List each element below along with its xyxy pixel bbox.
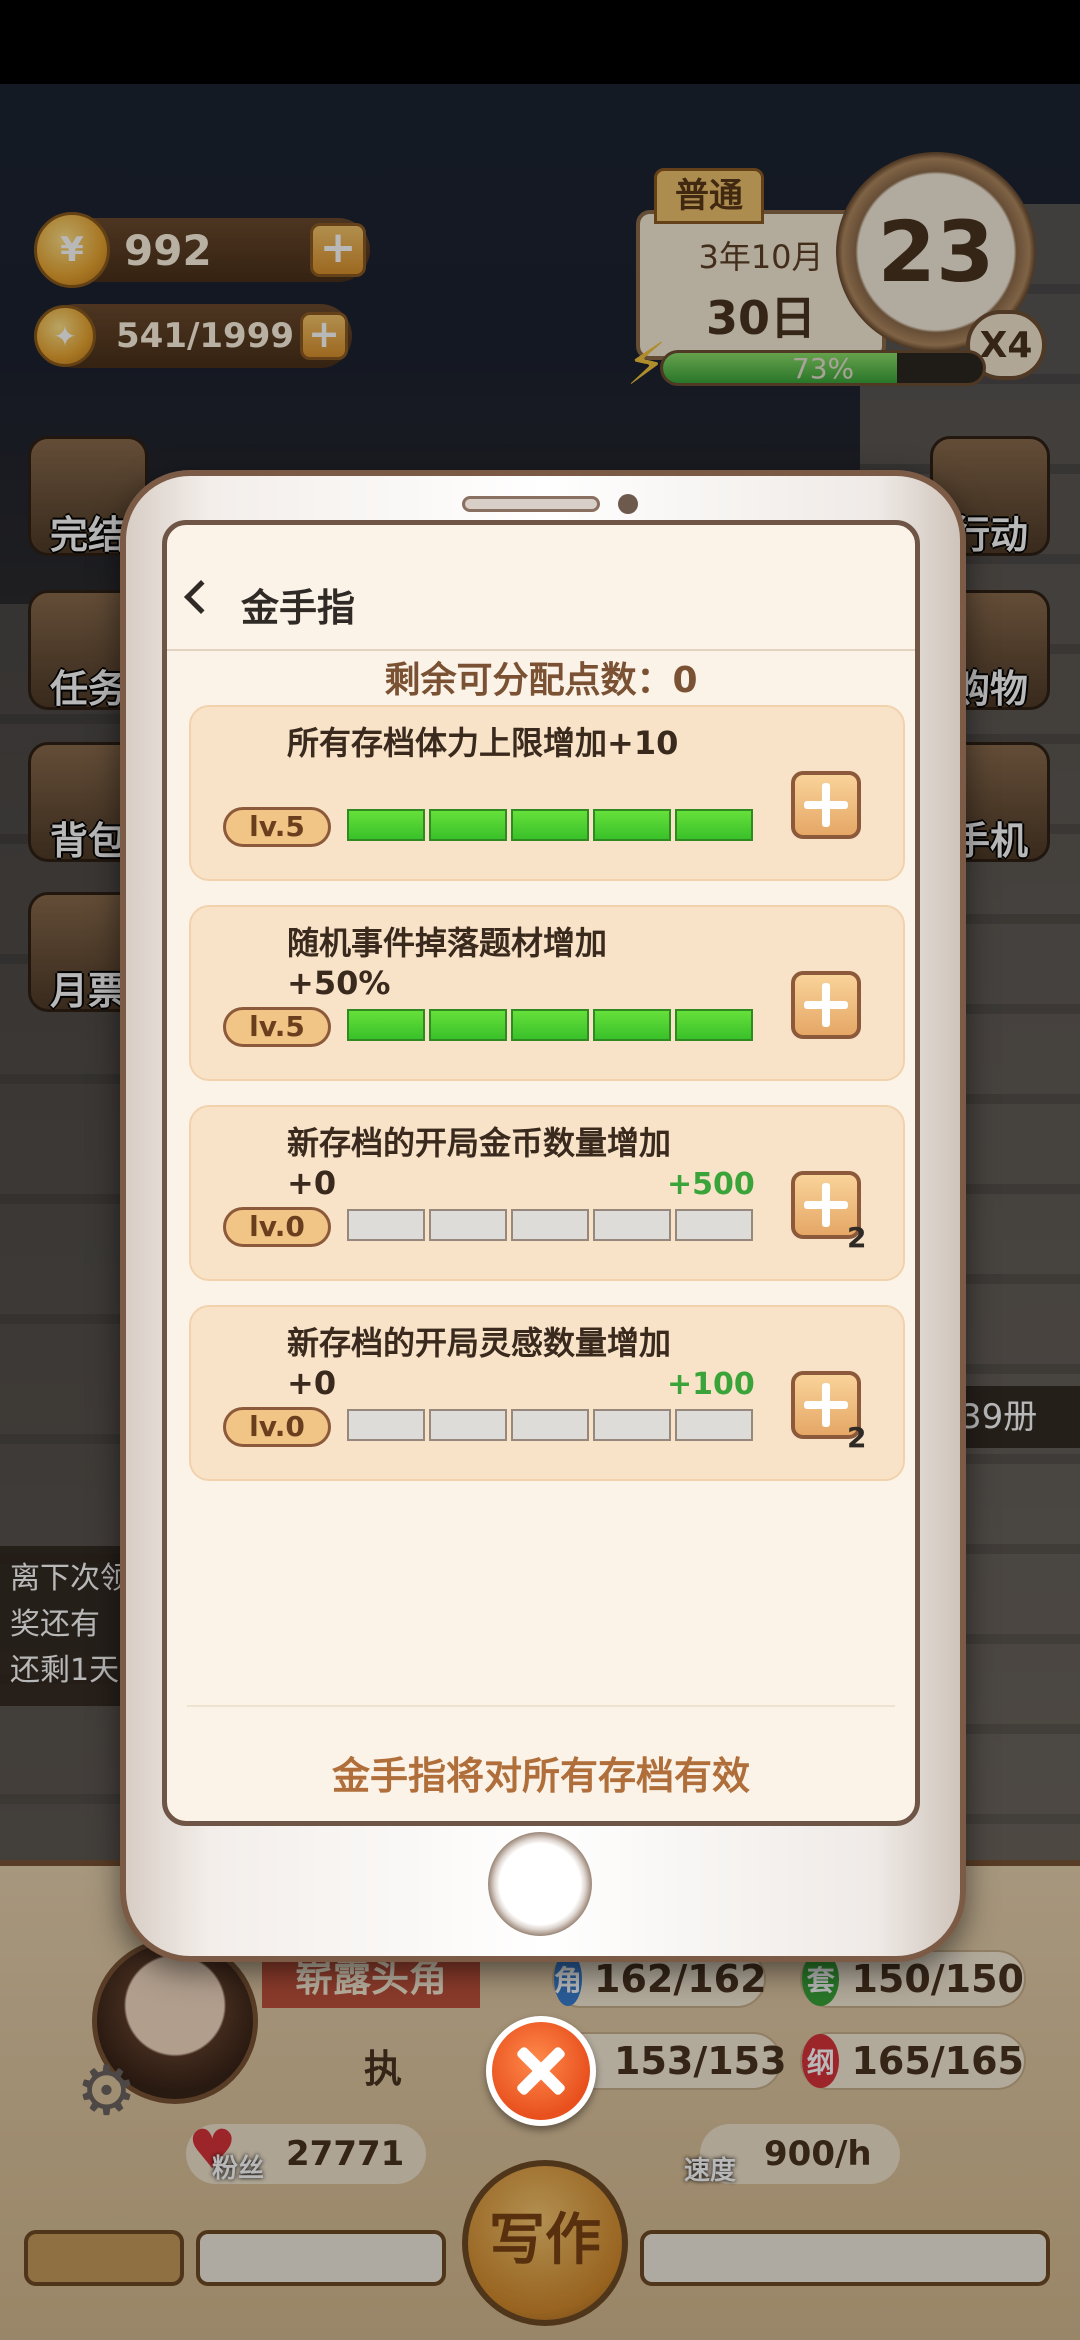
upgrade-bonus: +100 xyxy=(667,1367,755,1402)
level-segment xyxy=(429,1409,507,1441)
level-progress-bar xyxy=(347,1409,753,1441)
level-segment xyxy=(347,1009,425,1041)
upgrade-card: 新存档的开局灵感数量增加+0 +100 lv.0 2 xyxy=(189,1305,905,1481)
level-segment xyxy=(675,1209,753,1241)
phone-speaker xyxy=(462,496,600,512)
upgrade-description: 新存档的开局灵感数量增加+0 xyxy=(287,1324,672,1402)
level-segment xyxy=(593,1009,671,1041)
upgrade-card: 随机事件掉落题材增加+50% lv.5 xyxy=(189,905,905,1081)
level-segment xyxy=(347,1209,425,1241)
level-segment xyxy=(347,1409,425,1441)
level-segment xyxy=(429,809,507,841)
level-segment xyxy=(593,809,671,841)
screen-title: 金手指 xyxy=(241,586,356,630)
golden-finger-screen: 金手指 剩余可分配点数：0 所有存档体力上限增加+10 lv.5 随机事件掉落题材增… xyxy=(162,520,920,1826)
close-icon xyxy=(513,2043,569,2099)
level-segment xyxy=(511,1009,589,1041)
upgrade-bonus: +500 xyxy=(667,1167,755,1202)
level-progress-bar xyxy=(347,809,753,841)
footer-divider xyxy=(187,1705,895,1707)
upgrade-description: 随机事件掉落题材增加+50% xyxy=(287,924,608,1002)
level-segment xyxy=(347,809,425,841)
phone-home-button[interactable] xyxy=(488,1832,592,1936)
level-segment xyxy=(429,1009,507,1041)
level-progress-bar xyxy=(347,1009,753,1041)
level-segment xyxy=(511,1409,589,1441)
level-segment xyxy=(593,1409,671,1441)
close-button[interactable] xyxy=(486,2016,596,2126)
level-badge: lv.5 xyxy=(223,1007,331,1047)
back-icon[interactable] xyxy=(184,580,218,614)
level-segment xyxy=(511,809,589,841)
upgrade-plus-button[interactable] xyxy=(791,771,861,839)
upgrade-card: 新存档的开局金币数量增加+0 +500 lv.0 2 xyxy=(189,1105,905,1281)
level-badge: lv.0 xyxy=(223,1407,331,1447)
level-segment xyxy=(675,1409,753,1441)
remaining-points: 剩余可分配点数：0 xyxy=(384,660,698,701)
upgrade-card: 所有存档体力上限增加+10 lv.5 xyxy=(189,705,905,881)
level-segment xyxy=(675,1009,753,1041)
plus-icon xyxy=(804,1183,848,1227)
level-progress-bar xyxy=(347,1209,753,1241)
footer-note: 金手指将对所有存档有效 xyxy=(331,1754,750,1798)
upgrade-plus-button[interactable] xyxy=(791,971,861,1039)
upgrade-cost: 2 xyxy=(847,1421,867,1454)
level-segment xyxy=(511,1209,589,1241)
upgrade-description: 所有存档体力上限增加+10 xyxy=(287,724,679,762)
level-segment xyxy=(429,1209,507,1241)
level-badge: lv.0 xyxy=(223,1207,331,1247)
upgrade-cost: 2 xyxy=(847,1221,867,1254)
phone-camera xyxy=(618,494,638,514)
plus-icon xyxy=(804,1383,848,1427)
upgrade-description: 新存档的开局金币数量增加+0 xyxy=(287,1124,672,1202)
level-segment xyxy=(593,1209,671,1241)
plus-icon xyxy=(804,983,848,1027)
level-segment xyxy=(675,809,753,841)
level-badge: lv.5 xyxy=(223,807,331,847)
plus-icon xyxy=(804,783,848,827)
screen-header: 金手指 xyxy=(167,525,915,651)
